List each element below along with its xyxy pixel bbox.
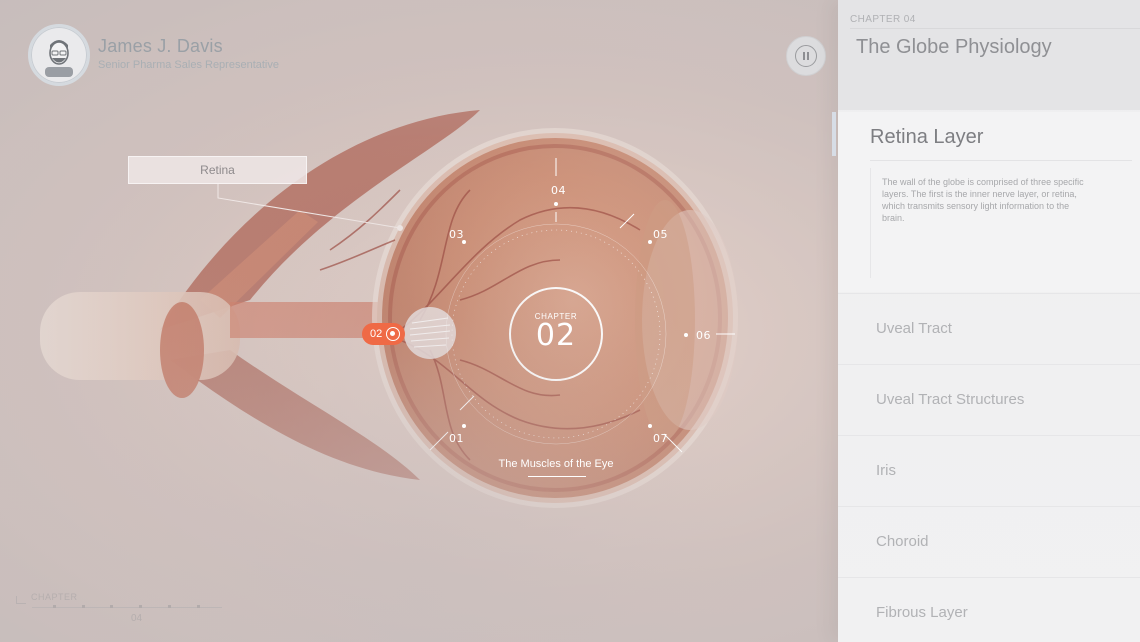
menu-item-label: Choroid bbox=[876, 533, 929, 550]
user-avatar-icon[interactable] bbox=[28, 24, 90, 86]
chapter-node-01[interactable]: 01 bbox=[449, 432, 464, 445]
progress-tick[interactable] bbox=[82, 605, 85, 608]
anatomy-stage: James J. Davis Senior Pharma Sales Repre… bbox=[0, 0, 838, 642]
menu-item-choroid[interactable]: Choroid bbox=[838, 506, 1140, 577]
chapter-rule bbox=[850, 28, 1140, 29]
progress-tick[interactable] bbox=[168, 605, 171, 608]
progress-tick[interactable] bbox=[53, 605, 56, 608]
progress-tick[interactable] bbox=[197, 605, 200, 608]
menu-item-iris[interactable]: Iris bbox=[838, 435, 1140, 506]
chapter-node-07-dot bbox=[648, 424, 652, 428]
menu-item-uveal-tract[interactable]: Uveal Tract bbox=[838, 293, 1140, 364]
chapter-node-04[interactable]: 04 bbox=[551, 184, 566, 197]
progress-tick[interactable] bbox=[110, 605, 113, 608]
chapter-progress-nav[interactable]: CHAPTER 04 bbox=[16, 592, 226, 628]
retina-callout[interactable]: Retina bbox=[128, 156, 307, 184]
chapter-node-05-dot bbox=[648, 240, 652, 244]
menu-item-label: Iris bbox=[876, 462, 896, 479]
bracket-icon bbox=[16, 596, 26, 604]
chapter-node-01-dot bbox=[462, 424, 466, 428]
chapter-node-06-dot bbox=[684, 333, 688, 337]
chapter-subtitle: The Muscles of the Eye bbox=[498, 458, 614, 470]
chapter-label: CHAPTER 04 bbox=[850, 14, 916, 25]
user-name: James J. Davis bbox=[98, 35, 223, 56]
menu-item-fibrous-layer[interactable]: Fibrous Layer bbox=[838, 577, 1140, 642]
panel-header: CHAPTER 04 The Globe Physiology bbox=[838, 0, 1140, 110]
active-chapter-marker[interactable]: 02 bbox=[362, 323, 405, 345]
background-haze bbox=[0, 0, 838, 642]
dial-center-number: 02 bbox=[535, 318, 577, 353]
active-item-accent bbox=[832, 112, 836, 156]
user-text: James J. Davis Senior Pharma Sales Repre… bbox=[98, 36, 279, 71]
active-item-description: The wall of the globe is comprised of th… bbox=[882, 177, 1084, 223]
menu-item-label: Fibrous Layer bbox=[876, 604, 968, 621]
chapter-progress-label: CHAPTER bbox=[31, 592, 78, 602]
dial-center[interactable]: CHAPTER 02 bbox=[510, 298, 602, 351]
chapter-panel: CHAPTER 04 The Globe Physiology Retina L… bbox=[832, 0, 1140, 642]
chapter-title: The Globe Physiology bbox=[856, 36, 1052, 58]
chapter-node-03-dot bbox=[462, 240, 466, 244]
chapter-progress-line bbox=[32, 607, 222, 608]
menu-item-label: Uveal Tract Structures bbox=[876, 391, 1025, 408]
target-icon bbox=[386, 327, 400, 341]
menu-item-label: Uveal Tract bbox=[876, 320, 952, 337]
menu-item-retina-layer[interactable]: Retina Layer The wall of the globe is co… bbox=[838, 112, 1140, 292]
chapter-node-05[interactable]: 05 bbox=[653, 228, 668, 241]
pause-button[interactable] bbox=[786, 36, 826, 76]
chapter-node-06[interactable]: 06 bbox=[696, 329, 711, 342]
pause-icon bbox=[795, 45, 817, 67]
active-item-rule bbox=[870, 160, 1132, 161]
menu-item-uveal-tract-structures[interactable]: Uveal Tract Structures bbox=[838, 364, 1140, 435]
user-profile[interactable]: James J. Davis Senior Pharma Sales Repre… bbox=[28, 24, 279, 86]
progress-tick[interactable] bbox=[139, 605, 142, 608]
subtitle-underline bbox=[528, 476, 586, 477]
chapter-node-03[interactable]: 03 bbox=[449, 228, 464, 241]
user-role: Senior Pharma Sales Representative bbox=[98, 58, 279, 71]
active-chapter-number: 02 bbox=[370, 328, 383, 340]
active-item-divider bbox=[870, 168, 871, 278]
chapter-progress-number: 04 bbox=[131, 613, 143, 624]
active-item-title: Retina Layer bbox=[870, 126, 984, 148]
chapter-node-04-dot bbox=[554, 202, 558, 206]
callout-label: Retina bbox=[200, 163, 235, 177]
chapter-node-07[interactable]: 07 bbox=[653, 432, 668, 445]
